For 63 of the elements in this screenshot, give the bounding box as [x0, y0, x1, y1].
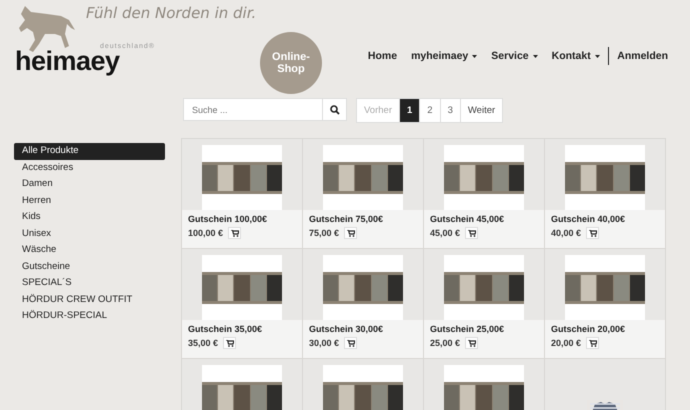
search-bar[interactable]: Suche ...	[183, 98, 347, 121]
search-icon	[330, 104, 340, 114]
tagline: Fühl den Norden in dir.	[86, 4, 256, 22]
product-price: 30,00 €	[309, 338, 340, 348]
product-price: 45,00 €	[430, 228, 460, 238]
product-price: 35,00 €	[188, 338, 218, 348]
product-name[interactable]: Gutschein 25,00€	[430, 324, 538, 334]
category-item[interactable]: Gutscheine	[14, 258, 165, 275]
product-card[interactable]: Gutschein 100,00€ 100,00 €	[182, 139, 303, 249]
category-item[interactable]: HÖRDUR-SPECIAL	[14, 308, 165, 324]
product-card[interactable]: Gutschein 35,00€ 35,00 €	[182, 249, 303, 359]
nav-link[interactable]: myheimaey	[411, 50, 478, 62]
product-price: 40,00 €	[551, 228, 582, 238]
caret-icon	[472, 54, 478, 58]
product-name[interactable]: Gutschein 40,00€	[551, 214, 659, 224]
category-item[interactable]: Damen	[14, 176, 165, 192]
product-name[interactable]: Gutschein 45,00€	[430, 214, 538, 224]
product-card[interactable]: Gutschein 25,00€ 25,00 €	[424, 249, 545, 359]
add-to-cart-button[interactable]	[344, 337, 358, 349]
category-item[interactable]: Wäsche	[14, 242, 165, 258]
cart-icon	[226, 340, 234, 346]
add-to-cart-button[interactable]	[344, 227, 358, 239]
category-item[interactable]: Alle Produkte	[14, 143, 165, 160]
cart-icon	[346, 340, 355, 346]
product-card[interactable]: Gutschein 75,00€ 75,00 €	[303, 139, 424, 249]
product-card[interactable]: Gutschein 30,00€ 30,00 €	[303, 249, 424, 359]
add-to-cart-button[interactable]	[228, 227, 242, 239]
category-item[interactable]: SPECIAL´S	[14, 275, 165, 292]
product-name[interactable]: Gutschein 30,00€	[309, 324, 417, 334]
add-to-cart-button[interactable]	[223, 337, 236, 349]
nav-link[interactable]: Anmelden	[617, 50, 668, 62]
add-to-cart-button[interactable]	[586, 227, 600, 239]
cart-icon	[346, 230, 355, 236]
add-to-cart-button[interactable]	[465, 227, 478, 239]
product-price: 100,00 €	[188, 228, 224, 238]
cart-icon	[468, 230, 476, 236]
category-item[interactable]: Unisex	[14, 226, 165, 242]
nav-link[interactable]: Service	[491, 50, 538, 62]
cart-icon	[468, 340, 476, 346]
product-price: 25,00 €	[430, 338, 460, 348]
cart-icon	[588, 230, 597, 236]
product-price: 20,00 €	[551, 338, 582, 348]
product-name[interactable]: Gutschein 75,00€	[309, 214, 417, 224]
product-card[interactable]: Gutschein 20,00€ 20,00 €	[545, 249, 666, 359]
caret-icon	[532, 54, 538, 58]
category-item[interactable]: Accessoires	[14, 160, 165, 176]
nav-link[interactable]: Home	[368, 50, 398, 62]
cart-icon	[588, 340, 597, 346]
page-link[interactable]: 1	[400, 99, 420, 122]
product-card[interactable]: Gutschein 45,00€ 45,00 €	[424, 139, 545, 249]
product-name[interactable]: Gutschein 100,00€	[188, 214, 296, 224]
product-name[interactable]: Gutschein 20,00€	[551, 324, 659, 334]
caret-icon	[594, 54, 600, 58]
category-item[interactable]: Kids	[14, 209, 165, 226]
category-item[interactable]: HÖRDUR CREW OUTFIT	[14, 292, 165, 308]
product-card[interactable]: Gutschein 40,00€ 40,00 €	[545, 139, 666, 249]
product-price: 75,00 €	[309, 228, 340, 238]
add-to-cart-button[interactable]	[586, 337, 600, 349]
product-name[interactable]: Gutschein 35,00€	[188, 324, 296, 334]
add-to-cart-button[interactable]	[465, 337, 478, 349]
cart-icon	[230, 230, 239, 236]
category-item[interactable]: Herren	[14, 192, 165, 209]
nav-link[interactable]: Kontakt	[552, 50, 600, 62]
